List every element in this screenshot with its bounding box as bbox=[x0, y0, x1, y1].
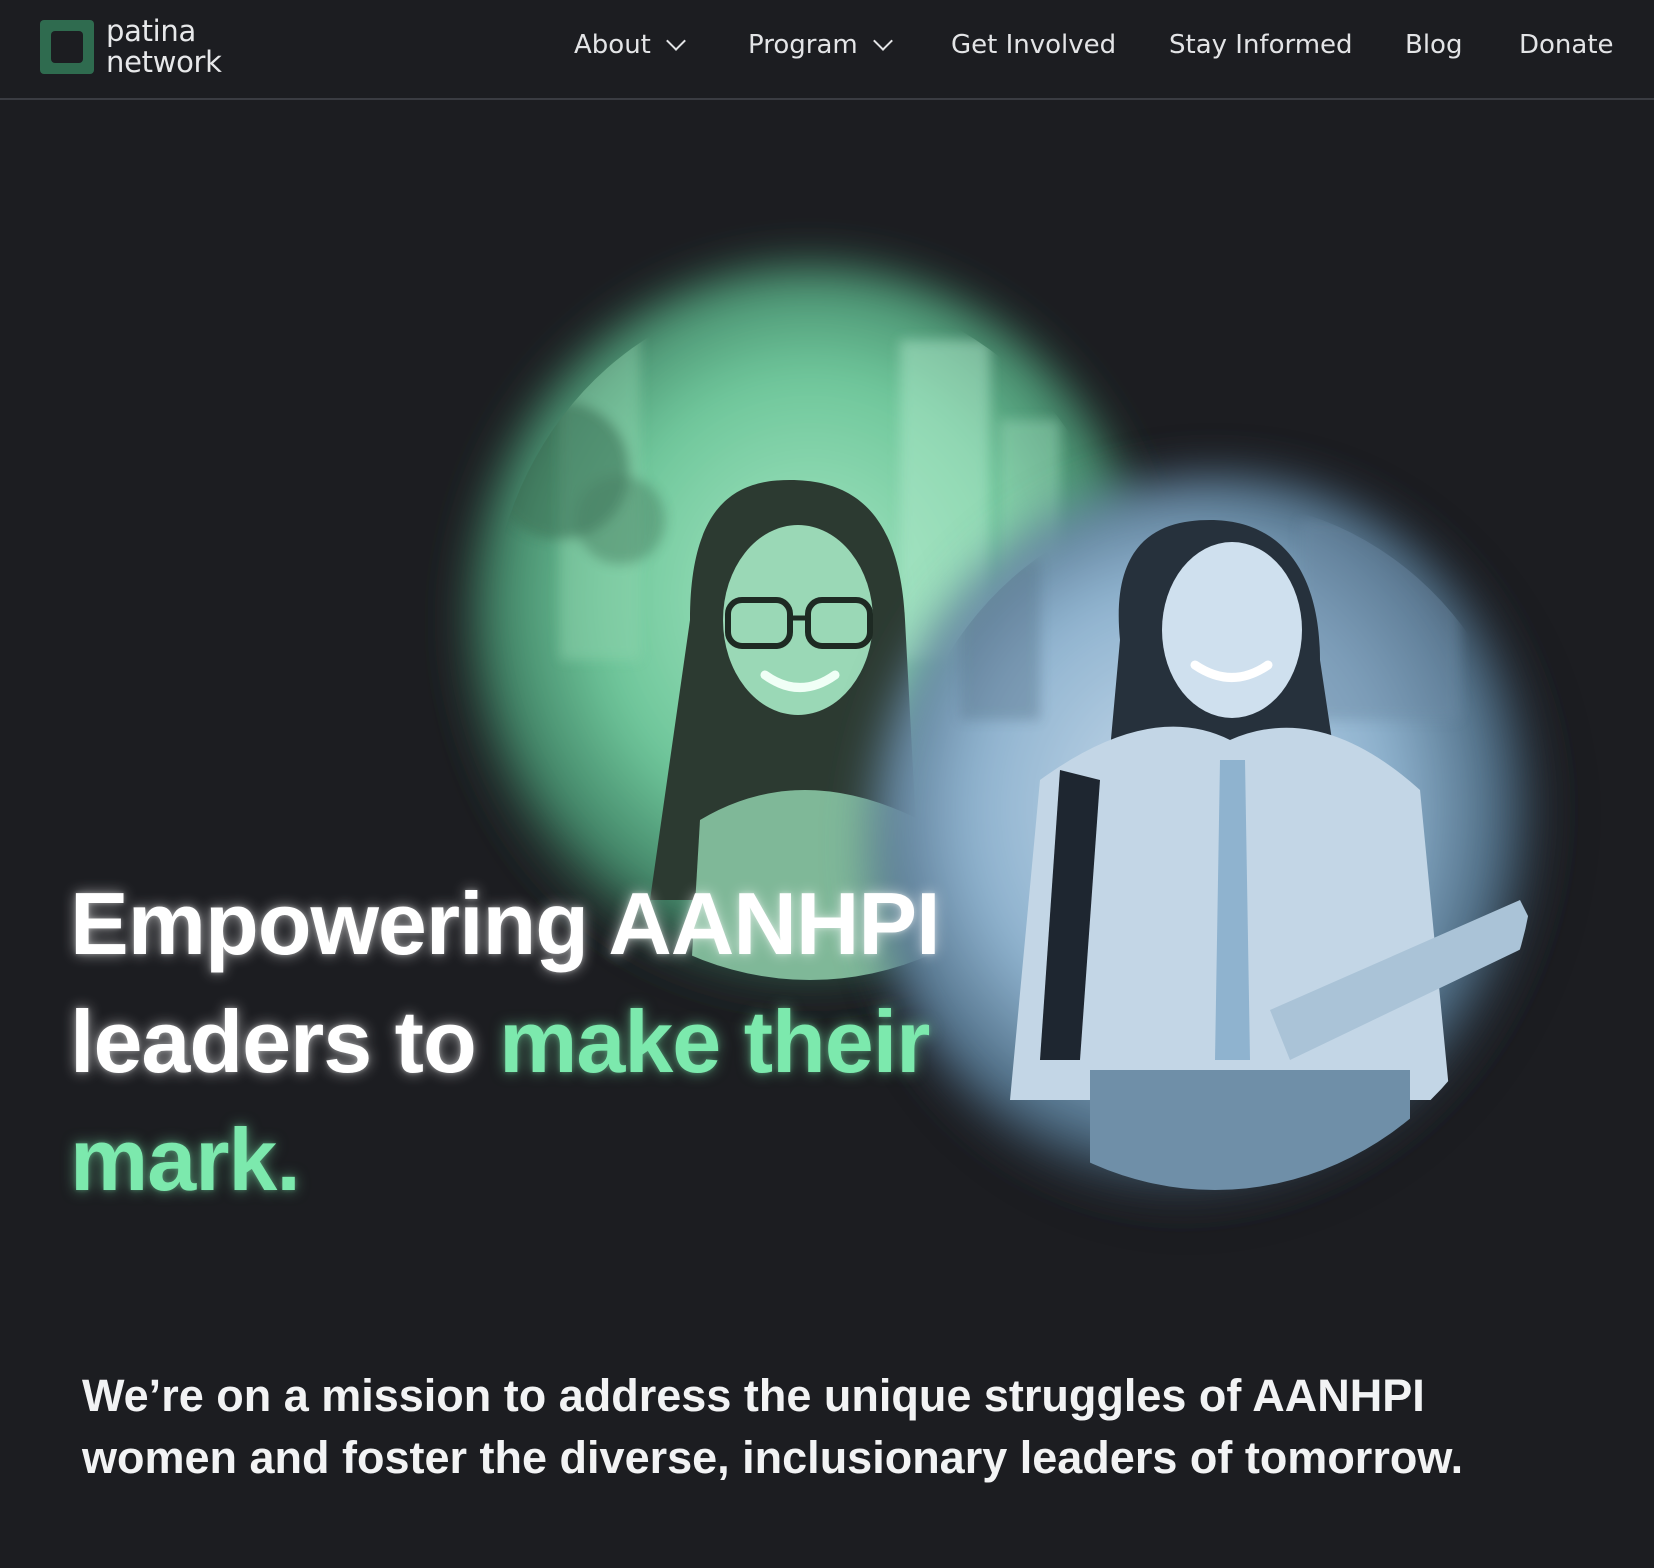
nav-about[interactable]: About bbox=[574, 30, 686, 60]
nav-blog-label: Blog bbox=[1405, 30, 1463, 60]
nav-program-label: Program bbox=[748, 30, 858, 60]
nav-stay-informed-label: Stay Informed bbox=[1169, 30, 1353, 60]
nav-get-involved-label: Get Involved bbox=[951, 30, 1117, 60]
logo-link[interactable]: patina network bbox=[40, 16, 222, 78]
logo-icon bbox=[40, 20, 94, 74]
logo-line-1: patina bbox=[106, 14, 196, 48]
hero-image bbox=[465, 265, 1560, 1215]
mission-statement: We’re on a mission to address the unique… bbox=[82, 1370, 1464, 1483]
hero-headline: Empowering AANHPI leaders to make their … bbox=[70, 865, 990, 1219]
nav-blog[interactable]: Blog bbox=[1405, 30, 1462, 60]
logo-line-2: network bbox=[106, 45, 222, 79]
site-header: patina network About Program Get Involve… bbox=[0, 0, 1654, 100]
chevron-down-icon bbox=[665, 31, 686, 51]
nav-program[interactable]: Program bbox=[748, 30, 893, 60]
nav-donate[interactable]: Donate bbox=[1519, 30, 1614, 60]
page: patina network About Program Get Involve… bbox=[0, 0, 1654, 1568]
nav-about-label: About bbox=[574, 30, 651, 60]
chevron-down-icon bbox=[872, 31, 893, 51]
logo-wordmark: patina network bbox=[106, 16, 222, 78]
nav-donate-label: Donate bbox=[1519, 30, 1614, 60]
nav-get-involved[interactable]: Get Involved bbox=[951, 30, 1116, 60]
nav-stay-informed[interactable]: Stay Informed bbox=[1169, 30, 1353, 60]
